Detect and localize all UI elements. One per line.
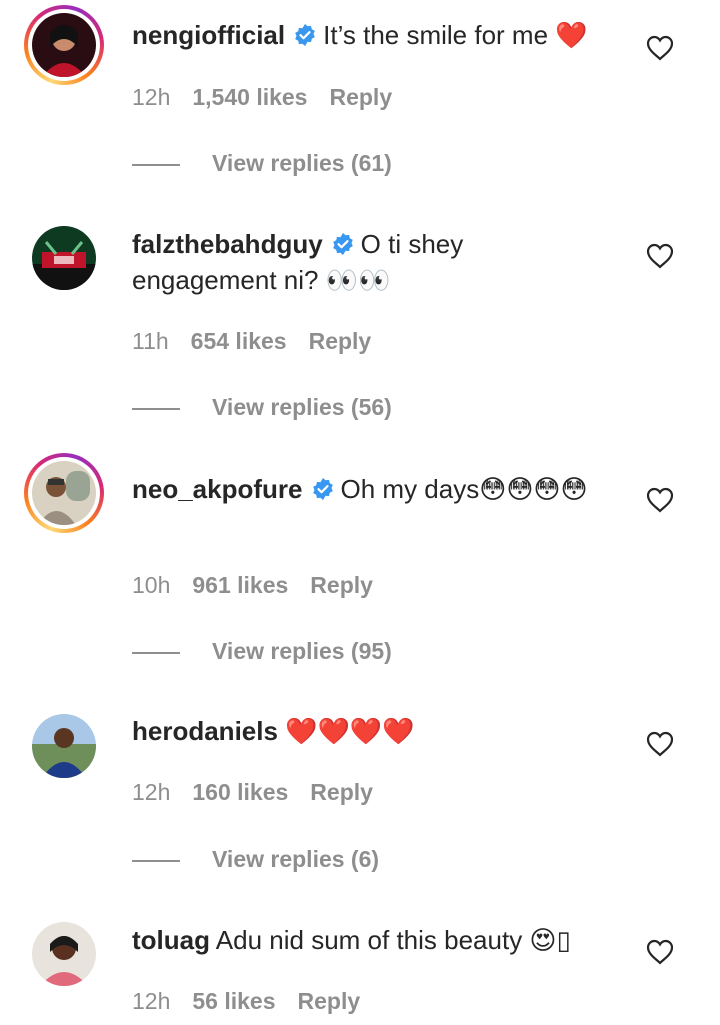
- reply-button[interactable]: Reply: [309, 328, 372, 354]
- comment-body: Adu nid sum of this beauty 😍▯: [215, 925, 571, 955]
- avatar[interactable]: [24, 453, 104, 533]
- view-replies-button[interactable]: View replies (61): [132, 150, 392, 177]
- avatar[interactable]: [24, 914, 104, 994]
- heart-icon[interactable]: [646, 939, 674, 965]
- likes-count[interactable]: 1,540 likes: [192, 84, 307, 110]
- replies-divider-line: [132, 163, 180, 166]
- view-replies-button[interactable]: View replies (6): [132, 846, 379, 873]
- view-replies-label: View replies (95): [212, 638, 392, 664]
- timestamp: 12h: [132, 988, 171, 1014]
- avatar-photo: [32, 714, 96, 778]
- avatar-photo: [32, 226, 96, 290]
- likes-count[interactable]: 56 likes: [192, 988, 275, 1014]
- username[interactable]: herodaniels: [132, 716, 278, 746]
- heart-icon[interactable]: [646, 731, 674, 757]
- avatar[interactable]: [24, 5, 104, 85]
- comment-text-block: herodaniels ❤️❤️❤️❤️: [132, 713, 612, 749]
- comment-meta: 12h 1,540 likes Reply: [132, 84, 392, 111]
- avatar-photo: [32, 461, 96, 525]
- comment-body: Oh my days😳😳😳😳: [340, 474, 588, 504]
- comment-body: It’s the smile for me ❤️: [323, 20, 588, 50]
- username[interactable]: falzthebahdguy: [132, 229, 323, 259]
- avatar[interactable]: [24, 706, 104, 786]
- reply-button[interactable]: Reply: [329, 84, 392, 110]
- replies-divider-line: [132, 651, 180, 654]
- comment-item: neo_akpofure Oh my days😳😳😳😳 10h 961 likes R…: [0, 445, 720, 690]
- comment-meta: 12h 56 likes Reply: [132, 988, 360, 1015]
- reply-button[interactable]: Reply: [298, 988, 361, 1014]
- reply-button[interactable]: Reply: [310, 779, 373, 805]
- comment-meta: 12h 160 likes Reply: [132, 779, 373, 806]
- view-replies-label: View replies (56): [212, 394, 392, 420]
- view-replies-button[interactable]: View replies (95): [132, 638, 392, 665]
- comment-item: toluag Adu nid sum of this beauty 😍▯ 12h…: [0, 900, 720, 1025]
- likes-count[interactable]: 160 likes: [192, 779, 288, 805]
- avatar[interactable]: [24, 218, 104, 298]
- comment-meta: 10h 961 likes Reply: [132, 572, 373, 599]
- avatar-photo: [32, 922, 96, 986]
- view-replies-button[interactable]: View replies (56): [132, 394, 392, 421]
- comment-text-block: nengiofficial It’s the smile for me ❤️: [132, 17, 612, 53]
- timestamp: 12h: [132, 84, 171, 110]
- replies-divider-line: [132, 407, 180, 410]
- reply-button[interactable]: Reply: [310, 572, 373, 598]
- timestamp: 12h: [132, 779, 171, 805]
- heart-icon[interactable]: [646, 487, 674, 513]
- comment-item: herodaniels ❤️❤️❤️❤️ 12h 160 likes Reply V…: [0, 690, 720, 900]
- username[interactable]: nengiofficial: [132, 20, 285, 50]
- username[interactable]: neo_akpofure: [132, 474, 303, 504]
- comment-item: nengiofficial It’s the smile for me ❤️ 12…: [0, 0, 720, 200]
- verified-badge-icon: [312, 478, 333, 500]
- likes-count[interactable]: 654 likes: [191, 328, 287, 354]
- comment-body: ❤️❤️❤️❤️: [285, 716, 415, 746]
- verified-badge-icon: [332, 233, 353, 255]
- timestamp: 10h: [132, 572, 171, 598]
- replies-divider-line: [132, 859, 180, 862]
- likes-count[interactable]: 961 likes: [192, 572, 288, 598]
- comment-text-block: falzthebahdguy O ti shey engagement ni? 👀…: [132, 226, 612, 298]
- heart-icon[interactable]: [646, 243, 674, 269]
- view-replies-label: View replies (6): [212, 846, 380, 872]
- avatar-photo: [32, 13, 96, 77]
- username[interactable]: toluag: [132, 925, 210, 955]
- comment-text-block: neo_akpofure Oh my days😳😳😳😳: [132, 471, 612, 507]
- heart-icon[interactable]: [646, 35, 674, 61]
- comment-item: falzthebahdguy O ti shey engagement ni? 👀…: [0, 200, 720, 445]
- verified-badge-icon: [295, 24, 315, 46]
- timestamp: 11h: [132, 328, 169, 354]
- view-replies-label: View replies (61): [212, 150, 392, 176]
- comment-meta: 11h 654 likes Reply: [132, 328, 371, 355]
- comment-text-block: toluag Adu nid sum of this beauty 😍▯: [132, 922, 612, 958]
